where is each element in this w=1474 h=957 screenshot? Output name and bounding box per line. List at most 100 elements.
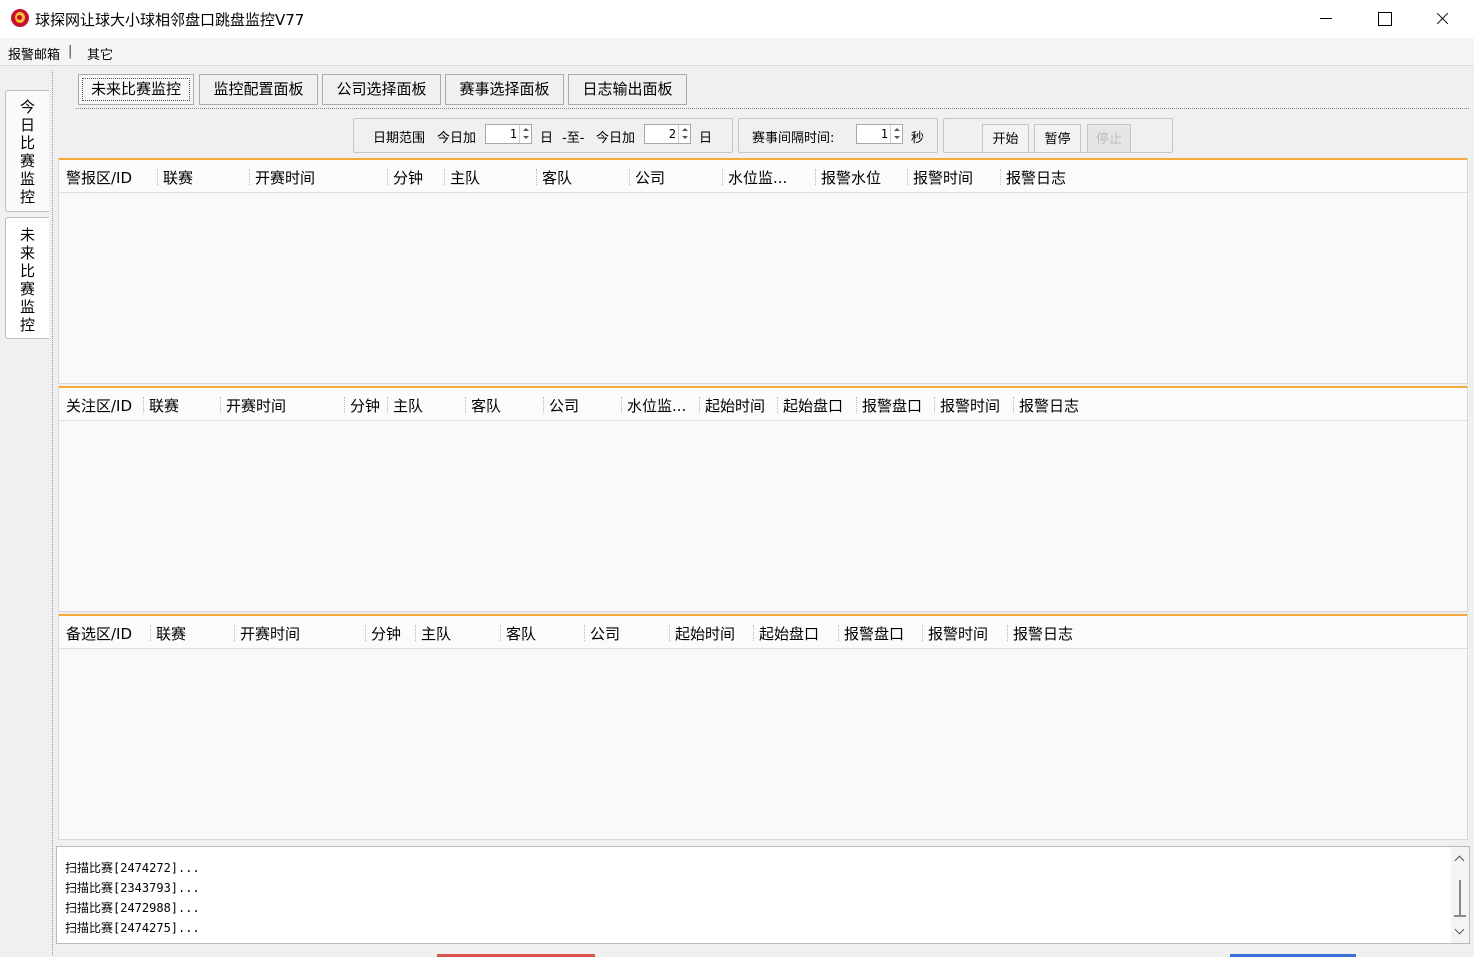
column-header[interactable]: 报警盘口 — [862, 395, 922, 416]
column-header[interactable]: 联赛 — [163, 167, 193, 188]
watch-grid-header: 关注区/ID 联赛 开赛时间 分钟 主队 客队 公司 水位监... 起始时间 起… — [59, 388, 1467, 421]
column-header[interactable]: 开赛时间 — [226, 395, 286, 416]
column-header[interactable]: 报警盘口 — [844, 623, 904, 644]
tab-future-monitor-side[interactable]: 未来比赛监控 — [5, 217, 49, 339]
focus-outline — [82, 78, 190, 101]
column-header[interactable]: 分钟 — [393, 167, 423, 188]
column-separator — [777, 397, 778, 413]
column-separator — [856, 397, 857, 413]
column-header[interactable]: 公司 — [590, 623, 620, 644]
column-header[interactable]: 报警时间 — [928, 623, 988, 644]
tab-event-select-label: 赛事选择面板 — [459, 80, 550, 98]
close-icon[interactable] — [1413, 0, 1471, 38]
today-plus-label-end: 今日加 — [596, 131, 636, 146]
log-line: 扫描比赛[2474272]... — [65, 861, 200, 875]
column-header[interactable]: 报警日志 — [1006, 167, 1066, 188]
to-label: -至- — [562, 131, 585, 146]
menu-alert-email[interactable]: 报警邮箱 — [8, 44, 60, 63]
day-unit-end: 日 — [699, 131, 713, 146]
column-header[interactable]: 报警时间 — [940, 395, 1000, 416]
column-separator — [444, 169, 445, 185]
column-header[interactable]: 主队 — [450, 167, 480, 188]
column-header[interactable]: 报警日志 — [1019, 395, 1079, 416]
tab-company-select[interactable]: 公司选择面板 — [322, 74, 441, 105]
column-separator — [1013, 397, 1014, 413]
column-separator — [220, 397, 221, 413]
column-header[interactable]: 客队 — [506, 623, 536, 644]
column-separator — [621, 397, 622, 413]
column-header[interactable]: 联赛 — [156, 623, 186, 644]
column-header[interactable]: 起始盘口 — [759, 623, 819, 644]
scroll-down-icon[interactable] — [1455, 926, 1465, 936]
log-scrollbar[interactable] — [1451, 847, 1469, 943]
tab-future-monitor[interactable]: 未来比赛监控 — [78, 74, 194, 105]
spinner-arrows-icon[interactable] — [519, 125, 531, 143]
scroll-up-icon[interactable] — [1455, 854, 1465, 864]
column-separator — [722, 169, 723, 185]
end-day-spinner[interactable]: 2 — [644, 124, 691, 144]
column-header[interactable]: 报警水位 — [821, 167, 881, 188]
column-header[interactable]: 水位监... — [627, 395, 686, 416]
column-separator — [907, 169, 908, 185]
column-separator — [536, 169, 537, 185]
tab-future-monitor-side-label: 未来比赛监控 — [19, 226, 35, 334]
column-header[interactable]: 起始盘口 — [783, 395, 843, 416]
log-output[interactable]: 扫描比赛[2474272]... 扫描比赛[2343793]... 扫描比赛[2… — [56, 846, 1470, 944]
spinner-arrows-icon[interactable] — [890, 125, 902, 143]
stop-button[interactable]: 停止 — [1087, 124, 1131, 153]
column-header[interactable]: 分钟 — [350, 395, 380, 416]
column-header[interactable]: 主队 — [393, 395, 423, 416]
scroll-marker — [1454, 915, 1466, 917]
column-header[interactable]: 主队 — [421, 623, 451, 644]
tab-today-monitor-label: 今日比赛监控 — [19, 98, 35, 206]
column-separator — [143, 397, 144, 413]
start-day-spinner[interactable]: 1 — [485, 124, 532, 144]
menu-other[interactable]: 其它 — [87, 44, 113, 63]
log-line: 扫描比赛[2472988]... — [65, 901, 200, 915]
column-header[interactable]: 分钟 — [371, 623, 401, 644]
column-separator — [699, 397, 700, 413]
start-day-value: 1 — [509, 127, 517, 141]
column-header[interactable]: 警报区/ID — [66, 167, 132, 188]
column-header[interactable]: 客队 — [471, 395, 501, 416]
column-separator — [838, 625, 839, 641]
date-range-label: 日期范围 — [373, 131, 426, 146]
column-separator — [150, 625, 151, 641]
maximize-icon[interactable] — [1355, 0, 1413, 38]
interval-value: 1 — [880, 127, 888, 141]
interval-spinner[interactable]: 1 — [856, 124, 903, 144]
column-header[interactable]: 关注区/ID — [66, 395, 132, 416]
column-header[interactable]: 水位监... — [728, 167, 787, 188]
minimize-icon[interactable] — [1297, 0, 1355, 38]
tab-monitor-config[interactable]: 监控配置面板 — [199, 74, 318, 105]
backup-grid[interactable]: 备选区/ID 联赛 开赛时间 分钟 主队 客队 公司 起始时间 起始盘口 报警盘… — [58, 614, 1468, 840]
tab-today-monitor[interactable]: 今日比赛监控 — [5, 90, 49, 212]
tab-event-select[interactable]: 赛事选择面板 — [445, 74, 564, 105]
column-header[interactable]: 客队 — [542, 167, 572, 188]
column-header[interactable]: 备选区/ID — [66, 623, 132, 644]
title-bar: 球探网让球大小球相邻盘口跳盘监控V77 — [0, 0, 1474, 38]
spinner-arrows-icon[interactable] — [678, 125, 690, 143]
column-header[interactable]: 联赛 — [149, 395, 179, 416]
column-separator — [1000, 169, 1001, 185]
column-header[interactable]: 公司 — [549, 395, 579, 416]
column-header[interactable]: 起始时间 — [675, 623, 735, 644]
column-header[interactable]: 开赛时间 — [240, 623, 300, 644]
column-header[interactable]: 开赛时间 — [255, 167, 315, 188]
menu-bar: 报警邮箱 | 其它 — [0, 38, 1474, 66]
column-separator — [543, 397, 544, 413]
column-separator — [249, 169, 250, 185]
column-header[interactable]: 公司 — [635, 167, 665, 188]
column-header[interactable]: 报警时间 — [913, 167, 973, 188]
column-separator — [365, 625, 366, 641]
watch-grid[interactable]: 关注区/ID 联赛 开赛时间 分钟 主队 客队 公司 水位监... 起始时间 起… — [58, 386, 1468, 612]
column-header[interactable]: 报警日志 — [1013, 623, 1073, 644]
pause-button[interactable]: 暂停 — [1034, 124, 1081, 153]
alert-grid[interactable]: 警报区/ID 联赛 开赛时间 分钟 主队 客队 公司 水位监... 报警水位 报… — [58, 158, 1468, 384]
log-line: 扫描比赛[2343793]... — [65, 881, 200, 895]
start-button[interactable]: 开始 — [982, 124, 1029, 153]
column-header[interactable]: 起始时间 — [705, 395, 765, 416]
column-separator — [1007, 625, 1008, 641]
scroll-thumb[interactable] — [1459, 880, 1461, 916]
tab-log-output[interactable]: 日志输出面板 — [568, 74, 687, 105]
